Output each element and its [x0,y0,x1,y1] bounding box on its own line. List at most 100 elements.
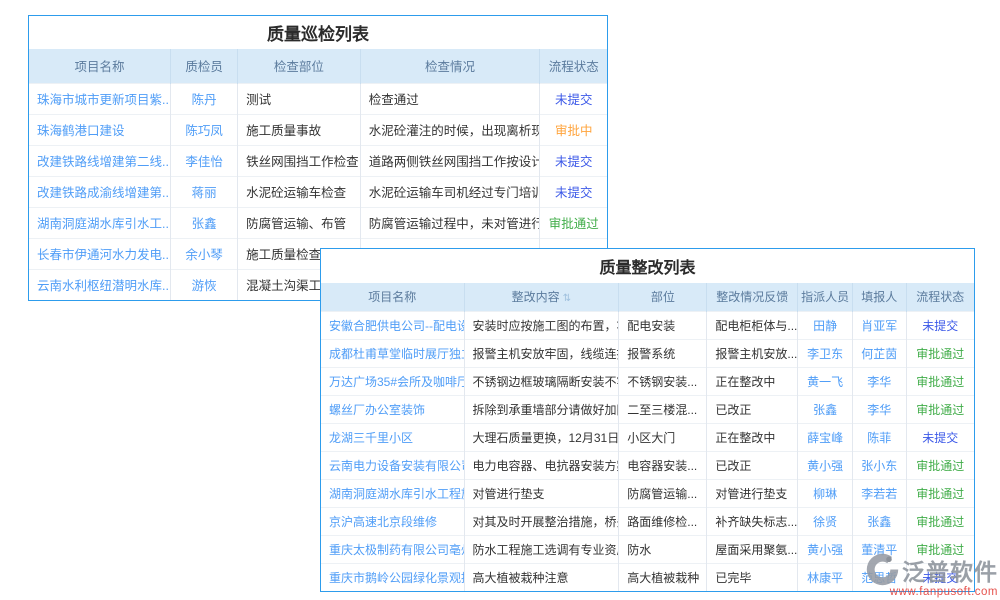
cell-text: 防水 [627,543,651,557]
person-link[interactable]: 游恢 [192,279,217,293]
table-cell: 张鑫 [853,507,907,535]
table-row: 湖南洞庭湖水库引水工程施工标对管进行垫支防腐管运输...对管进行垫支柳琳李若若审… [321,479,974,507]
cell-text: 小区大门 [627,431,675,445]
column-header-label: 检查部位 [274,60,324,74]
cell-text: 报警主机安放... [715,347,797,361]
table-title: 质量巡检列表 [29,16,607,49]
table-row: 云南电力设备安装有限公司20...电力电容器、电抗器安装方案,...电容器安装.… [321,451,974,479]
table-cell: 施工质量事故 [238,114,361,145]
person-link[interactable]: 余小琴 [185,248,223,262]
person-link[interactable]: 李华 [867,403,891,417]
table-cell: 李卫东 [798,339,853,367]
table-cell: 肖亚军 [853,311,907,339]
status-text: 未提交 [922,431,958,445]
project-link[interactable]: 京沪高速北京段维修 [329,515,437,529]
table-cell: 李华 [853,367,907,395]
person-link[interactable]: 薛宝峰 [807,431,843,445]
table-cell: 张鑫 [171,207,238,238]
table-cell: 徐贤 [798,507,853,535]
person-link[interactable]: 李卫东 [807,347,843,361]
table-cell: 防水 [619,535,707,563]
table-cell: 成都杜甫草堂临时展厅独立展... [321,339,464,367]
project-link[interactable]: 龙湖三千里小区 [329,431,413,445]
person-link[interactable]: 张鑫 [867,515,891,529]
table-cell: 正在整改中 [707,423,798,451]
person-link[interactable]: 张鑫 [813,403,837,417]
project-link[interactable]: 云南水利枢纽潜明水库... [37,279,171,293]
column-header-label: 流程状态 [549,60,599,74]
cell-text: 高大植被栽种注意 [473,571,569,585]
table-row: 万达广场35#会所及咖啡厅空...不锈钢边框玻璃隔断安装不牢...不锈钢安装..… [321,367,974,395]
project-link[interactable]: 长春市伊通河水力发电... [37,248,171,262]
project-link[interactable]: 湖南洞庭湖水库引水工程施工标 [329,487,464,501]
person-link[interactable]: 黄一飞 [807,375,843,389]
table-cell: 未提交 [906,311,974,339]
person-link[interactable]: 林康平 [807,571,843,585]
project-link[interactable]: 螺丝厂办公室装饰 [329,403,425,417]
table-cell: 未提交 [540,176,607,207]
table-cell: 龙湖三千里小区 [321,423,464,451]
table-cell: 对管进行垫支 [464,479,619,507]
person-link[interactable]: 李华 [867,375,891,389]
table-cell: 柳琳 [798,479,853,507]
table-cell: 审批通过 [906,451,974,479]
person-link[interactable]: 田静 [813,319,837,333]
person-link[interactable]: 黄小强 [807,459,843,473]
project-link[interactable]: 安徽合肥供电公司--配电设备... [329,319,464,333]
table-cell: 安装时应按施工图的布置，将... [464,311,619,339]
project-link[interactable]: 重庆市鹅岭公园绿化景观提升... [329,571,464,585]
project-link[interactable]: 改建铁路线增建第二线... [37,155,171,169]
table-cell: 检查通过 [360,83,540,114]
table-cell: 审批通过 [906,395,974,423]
person-link[interactable]: 徐贤 [813,515,837,529]
table-cell: 报警主机安放... [707,339,798,367]
cell-text: 施工质量事故 [246,124,321,138]
project-link[interactable]: 珠海市城市更新项目紫... [37,93,171,107]
table-cell: 对管进行垫支 [707,479,798,507]
person-link[interactable]: 蒋丽 [192,186,217,200]
person-link[interactable]: 陈菲 [867,431,891,445]
person-link[interactable]: 肖亚军 [861,319,897,333]
cell-text: 拆除到承重墙部分请做好加固... [473,403,619,417]
table-cell: 张小东 [853,451,907,479]
cell-text: 配电柜柜体与... [715,319,797,333]
project-link[interactable]: 改建铁路成渝线增建第... [37,186,171,200]
table-cell: 水泥砼灌注的时候，出现离析现象 [360,114,540,145]
person-link[interactable]: 陈丹 [192,93,217,107]
status-text: 审批通过 [916,515,964,529]
table-cell: 报警主机安放牢固，线缆连接... [464,339,619,367]
table-cell: 陈丹 [171,83,238,114]
column-header-part: 部位 [619,283,707,311]
table-cell: 改建铁路线增建第二线... [29,145,171,176]
project-link[interactable]: 湖南洞庭湖水库引水工... [37,217,171,231]
table-cell: 云南电力设备安装有限公司20... [321,451,464,479]
table-cell: 已改正 [707,451,798,479]
cell-text: 铁丝网围挡工作检查 [246,155,359,169]
table-cell: 电容器安装... [619,451,707,479]
project-link[interactable]: 万达广场35#会所及咖啡厅空... [329,375,464,389]
project-link[interactable]: 重庆太极制药有限公司亳州中... [329,543,464,557]
table-cell: 安徽合肥供电公司--配电设备... [321,311,464,339]
person-link[interactable]: 黄小强 [807,543,843,557]
table-row: 湖南洞庭湖水库引水工...张鑫防腐管运输、布管防腐管运输过程中，未对管进行...… [29,207,607,238]
cell-text: 防腐管运输过程中，未对管进行... [369,217,540,231]
sort-icon[interactable]: ⇅ [563,293,571,304]
project-link[interactable]: 珠海鹤港口建设 [37,124,125,138]
person-link[interactable]: 何芷茵 [861,347,897,361]
project-link[interactable]: 成都杜甫草堂临时展厅独立展... [329,347,464,361]
person-link[interactable]: 张小东 [861,459,897,473]
table-cell: 不锈钢边框玻璃隔断安装不牢... [464,367,619,395]
column-header-label: 项目名称 [75,60,125,74]
person-link[interactable]: 柳琳 [813,487,837,501]
person-link[interactable]: 张鑫 [192,217,217,231]
table-cell: 大理石质量更换，12月31日之... [464,423,619,451]
table-cell: 道路两侧铁丝网围挡工作按设计... [360,145,540,176]
project-link[interactable]: 云南电力设备安装有限公司20... [329,459,464,473]
person-link[interactable]: 李佳怡 [185,155,223,169]
person-link[interactable]: 陈巧凤 [185,124,223,138]
page: 质量巡检列表 项目名称质检员检查部位检查情况流程状态珠海市城市更新项目紫...陈… [0,0,1000,600]
table-cell: 李华 [853,395,907,423]
person-link[interactable]: 李若若 [861,487,897,501]
cell-text: 道路两侧铁丝网围挡工作按设计... [369,155,540,169]
table-title: 质量整改列表 [321,249,974,283]
